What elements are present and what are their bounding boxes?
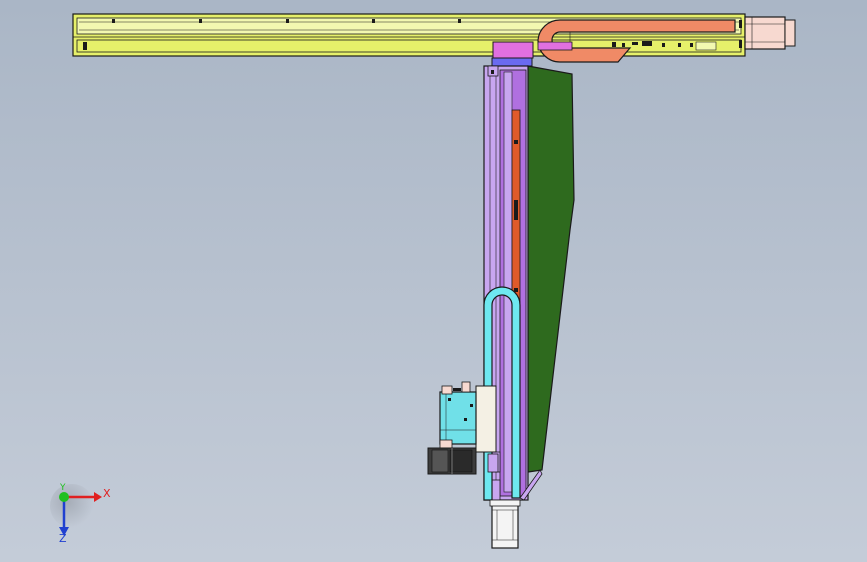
- gripper-body: [439, 391, 477, 445]
- cad-scene[interactable]: X Z Y: [0, 0, 867, 562]
- x-motor-endcap: [784, 19, 796, 47]
- gripper-assembly[interactable]: [439, 381, 497, 453]
- x-motor-body: [744, 16, 786, 50]
- triad-y-marker: [59, 492, 69, 502]
- x-rail-lower-face: [76, 39, 742, 53]
- z-motor-body: [491, 503, 519, 549]
- gripper-mount-plate: [475, 385, 497, 453]
- triad-shadow: [50, 484, 94, 528]
- z-axis-motor[interactable]: [489, 499, 521, 549]
- x-axis-motor[interactable]: [744, 16, 796, 50]
- x-carriage-block: [491, 57, 533, 67]
- x-carriage-plate: [492, 41, 534, 59]
- triad-x-label: X: [103, 487, 111, 500]
- viewport-background: [0, 0, 867, 562]
- triad-y-label: Y: [59, 483, 66, 493]
- cad-viewport[interactable]: X Z Y: [0, 0, 867, 562]
- triad-z-label: Z: [59, 532, 67, 545]
